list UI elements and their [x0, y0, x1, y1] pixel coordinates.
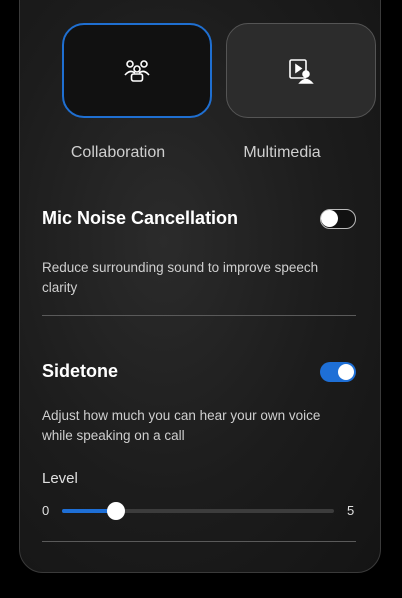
toggle-knob [321, 210, 338, 227]
mic-noise-title: Mic Noise Cancellation [42, 208, 239, 228]
mic-noise-description: Reduce surrounding sound to improve spee… [42, 260, 319, 295]
collaboration-mode-button[interactable] [62, 23, 212, 118]
level-label: Level [42, 470, 78, 487]
media-presenter-icon [289, 58, 314, 84]
level-slider[interactable] [62, 502, 334, 520]
toggle-knob [338, 364, 354, 380]
multimedia-label: Multimedia [243, 144, 321, 161]
people-group-icon [124, 59, 150, 82]
mic-noise-toggle[interactable] [320, 209, 356, 229]
sidetone-title: Sidetone [42, 361, 119, 381]
slider-max-label: 5 [347, 503, 355, 518]
collaboration-label: Collaboration [70, 144, 166, 161]
multimedia-mode-button[interactable] [226, 23, 376, 118]
slider-min-label: 0 [42, 503, 50, 518]
sidetone-toggle[interactable] [320, 362, 356, 382]
divider [42, 315, 356, 316]
divider [42, 541, 356, 542]
sidetone-description: Adjust how much you can hear your own vo… [42, 408, 321, 443]
